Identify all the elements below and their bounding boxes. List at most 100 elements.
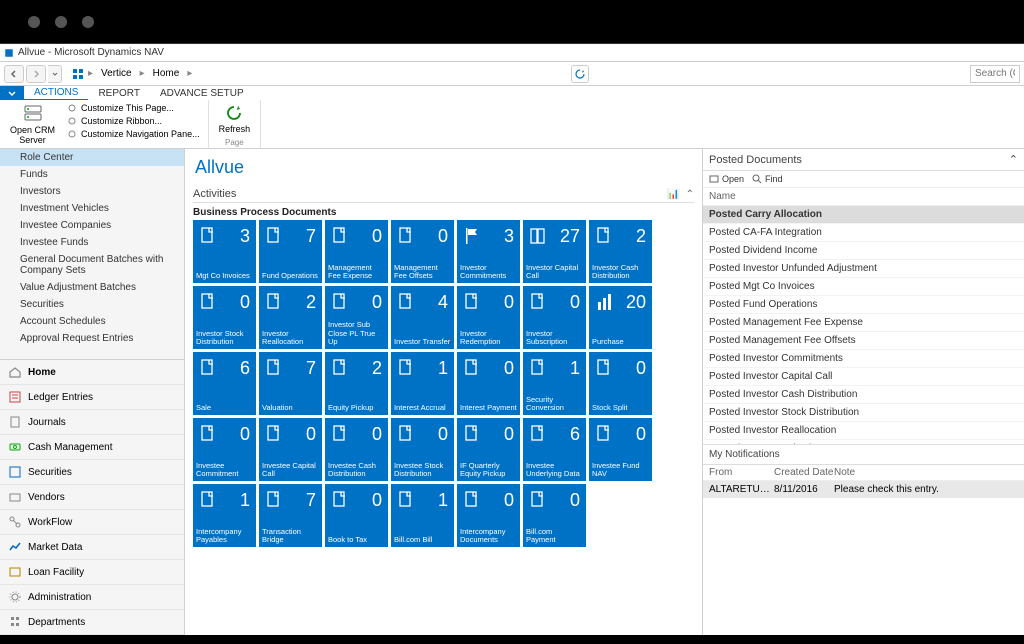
posted-doc-row[interactable]: Posted Management Fee Expense (703, 314, 1024, 332)
open-crm-button[interactable]: Open CRM Server (6, 102, 59, 148)
tile-bill-com-payment[interactable]: 0Bill.com Payment (523, 484, 586, 547)
posted-doc-row[interactable]: Posted Mgt Co Invoices (703, 278, 1024, 296)
customize-nav-pane[interactable]: Customize Navigation Pane... (65, 128, 202, 140)
tile-investee-capital-call[interactable]: 0Investee Capital Call (259, 418, 322, 481)
refresh-button[interactable] (571, 65, 589, 83)
tile-stock-split[interactable]: 0Stock Split (589, 352, 652, 415)
find-button[interactable]: Find (752, 174, 783, 184)
nav-label: Loan Facility (28, 567, 84, 578)
tile-investor-cash-distribution[interactable]: 2Investor Cash Distribution (589, 220, 652, 283)
posted-doc-row[interactable]: Posted Management Fee Offsets (703, 332, 1024, 350)
sidebar-item[interactable]: Value Adjustment Batches (0, 279, 184, 296)
tile-intercompany-payables[interactable]: 1Intercompany Payables (193, 484, 256, 547)
search-input[interactable] (970, 65, 1020, 83)
refresh-button[interactable]: Refresh (215, 102, 255, 136)
posted-doc-row[interactable]: Posted Dividend Income (703, 242, 1024, 260)
sidebar-item[interactable]: Securities (0, 296, 184, 313)
tile-investor-subscription[interactable]: 0Investor Subscription (523, 286, 586, 349)
collapse-icon[interactable]: ⌃ (686, 189, 694, 200)
sidebar-nav-home[interactable]: Home (0, 360, 184, 385)
back-button[interactable] (4, 65, 24, 83)
tile-book-to-tax[interactable]: 0Book to Tax (325, 484, 388, 547)
tile-investor-stock-distribution[interactable]: 0Investor Stock Distribution (193, 286, 256, 349)
sidebar-nav-securities[interactable]: Securities (0, 460, 184, 485)
tile-investee-stock-distribution[interactable]: 0Investee Stock Distribution (391, 418, 454, 481)
tile-valuation[interactable]: 7Valuation (259, 352, 322, 415)
forward-button[interactable] (26, 65, 46, 83)
sidebar-item[interactable]: Account Schedules (0, 313, 184, 330)
tile-investor-commitments[interactable]: 3Investor Commitments (457, 220, 520, 283)
tile-investee-underlying-data[interactable]: 6Investee Underlying Data (523, 418, 586, 481)
posted-doc-row[interactable]: Posted Fund Operations (703, 296, 1024, 314)
sidebar-item[interactable]: Role Center (0, 149, 184, 166)
customize-ribbon[interactable]: Customize Ribbon... (65, 115, 202, 127)
tile-investor-sub-close-pl-true-up[interactable]: 0Investor Sub Close PL True Up (325, 286, 388, 349)
file-tab[interactable] (0, 86, 24, 100)
posted-doc-row[interactable]: Posted Investor Reallocation (703, 422, 1024, 440)
macos-dot[interactable] (28, 16, 40, 28)
sidebar-nav-administration[interactable]: Administration (0, 585, 184, 610)
macos-dot[interactable] (82, 16, 94, 28)
posted-doc-row[interactable]: Posted Investor Capital Call (703, 368, 1024, 386)
breadcrumb-vertice[interactable]: Vertice (97, 66, 136, 81)
tab-report[interactable]: REPORT (88, 86, 150, 100)
posted-doc-row[interactable]: Posted Investor Cash Distribution (703, 386, 1024, 404)
posted-doc-row[interactable]: Posted Investor Stock Distribution (703, 404, 1024, 422)
chart-icon[interactable]: 📊 (667, 189, 679, 200)
posted-docs-list[interactable]: Posted Carry AllocationPosted CA-FA Inte… (703, 206, 1024, 444)
tile-bill-com-bill[interactable]: 1Bill.com Bill (391, 484, 454, 547)
sidebar-nav-workflow[interactable]: WorkFlow (0, 510, 184, 535)
tile-security-conversion[interactable]: 1Security Conversion (523, 352, 586, 415)
tile-investor-transfer[interactable]: 4Investor Transfer (391, 286, 454, 349)
tile-if-quarterly-equity-pickup[interactable]: 0IF Quarterly Equity Pickup (457, 418, 520, 481)
tile-investee-commitment[interactable]: 0Investee Commitment (193, 418, 256, 481)
tile-purchase[interactable]: 20Purchase (589, 286, 652, 349)
sidebar-nav-departments[interactable]: Departments (0, 610, 184, 635)
sidebar-nav-market-data[interactable]: Market Data (0, 535, 184, 560)
sidebar-item[interactable]: Investee Funds (0, 234, 184, 251)
sidebar-nav-ledger-entries[interactable]: Ledger Entries (0, 385, 184, 410)
sidebar-nav-journals[interactable]: Journals (0, 410, 184, 435)
tile-fund-operations[interactable]: 7Fund Operations (259, 220, 322, 283)
tile-intercompany-documents[interactable]: 0Intercompany Documents (457, 484, 520, 547)
page-title: Allvue (193, 153, 694, 182)
open-button[interactable]: Open (709, 174, 744, 184)
tab-actions[interactable]: ACTIONS (24, 86, 88, 100)
posted-doc-row[interactable]: Posted Investor Commitments (703, 350, 1024, 368)
tile-transaction-bridge[interactable]: 7Transaction Bridge (259, 484, 322, 547)
sidebar-nav-vendors[interactable]: Vendors (0, 485, 184, 510)
macos-dot[interactable] (55, 16, 67, 28)
tile-equity-pickup[interactable]: 2Equity Pickup (325, 352, 388, 415)
sidebar-item[interactable]: Investment Vehicles (0, 200, 184, 217)
tile-sale[interactable]: 6Sale (193, 352, 256, 415)
sidebar-nav-cash-management[interactable]: Cash Management (0, 435, 184, 460)
sidebar-item[interactable]: Investee Companies (0, 217, 184, 234)
doc-icon (397, 490, 415, 512)
posted-doc-row[interactable]: Posted Investor Unfunded Adjustment (703, 260, 1024, 278)
sidebar-item[interactable]: Approval Request Entries (0, 330, 184, 347)
tab-advance-setup[interactable]: ADVANCE SETUP (150, 86, 254, 100)
sidebar-item[interactable]: Funds (0, 166, 184, 183)
tile-investor-reallocation[interactable]: 2Investor Reallocation (259, 286, 322, 349)
sidebar-nav-loan-facility[interactable]: Loan Facility (0, 560, 184, 585)
tile-interest-payment[interactable]: 0Interest Payment (457, 352, 520, 415)
notification-row[interactable]: ALTARETURN\MV... 8/11/2016 Please check … (703, 481, 1024, 498)
tile-management-fee-offsets[interactable]: 0Management Fee Offsets (391, 220, 454, 283)
tile-investor-redemption[interactable]: 0Investor Redemption (457, 286, 520, 349)
customize-this-page[interactable]: Customize This Page... (65, 102, 202, 114)
tile-label: Valuation (262, 404, 319, 412)
tile-investor-capital-call[interactable]: 27Investor Capital Call (523, 220, 586, 283)
tile-interest-accrual[interactable]: 1Interest Accrual (391, 352, 454, 415)
tile-mgt-co-invoices[interactable]: 3Mgt Co Invoices (193, 220, 256, 283)
sidebar-item[interactable]: Investors (0, 183, 184, 200)
sidebar-item[interactable]: General Document Batches with Company Se… (0, 251, 184, 279)
tile-management-fee-expense[interactable]: 0Management Fee Expense (325, 220, 388, 283)
posted-doc-row[interactable]: Posted Carry Allocation (703, 206, 1024, 224)
posted-doc-row[interactable]: Posted CA-FA Integration (703, 224, 1024, 242)
tile-investee-cash-distribution[interactable]: 0Investee Cash Distribution (325, 418, 388, 481)
tile-investee-fund-nav[interactable]: 0Investee Fund NAV (589, 418, 652, 481)
history-dropdown[interactable] (48, 65, 62, 83)
grid-icon[interactable] (72, 68, 84, 80)
breadcrumb-home[interactable]: Home (149, 66, 184, 81)
collapse-icon[interactable]: ⌃ (1009, 153, 1018, 166)
